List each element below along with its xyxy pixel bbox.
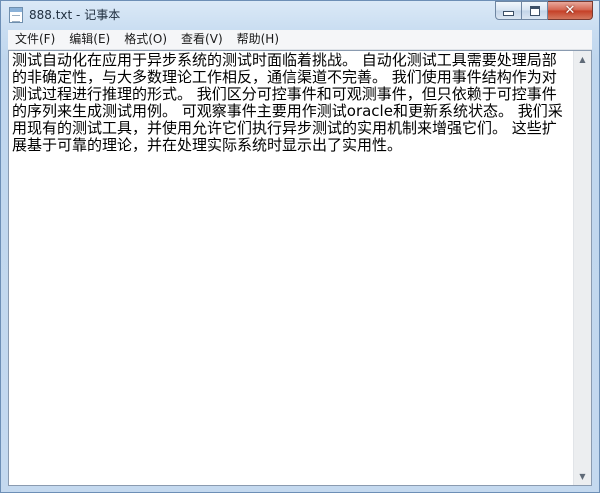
notepad-window: 888.txt - 记事本 ✕ 文件(F) 编辑(E) 格式(O) 查看(V) … [0, 0, 600, 493]
window-controls: ✕ [495, 1, 593, 21]
menu-bar: 文件(F) 编辑(E) 格式(O) 查看(V) 帮助(H) [8, 30, 592, 50]
editor-text-content[interactable]: 测试自动化在应用于异步系统的测试时面临着挑战。 自动化测试工具需要处理局部的非确… [12, 52, 570, 482]
scroll-down-icon[interactable]: ▼ [574, 468, 591, 485]
minimize-icon [503, 11, 514, 16]
menu-help[interactable]: 帮助(H) [230, 30, 286, 49]
maximize-button[interactable] [522, 1, 548, 20]
menu-edit[interactable]: 编辑(E) [62, 30, 117, 49]
menu-format[interactable]: 格式(O) [117, 30, 174, 49]
minimize-button[interactable] [495, 1, 522, 20]
vertical-scrollbar[interactable]: ▲ ▼ [573, 51, 591, 485]
close-icon: ✕ [564, 3, 576, 18]
title-bar[interactable]: 888.txt - 记事本 ✕ [1, 1, 599, 29]
menu-view[interactable]: 查看(V) [174, 30, 230, 49]
window-title: 888.txt - 记事本 [29, 8, 121, 22]
text-editor[interactable]: 测试自动化在应用于异步系统的测试时面临着挑战。 自动化测试工具需要处理局部的非确… [8, 50, 592, 486]
scroll-up-icon[interactable]: ▲ [574, 51, 591, 68]
maximize-icon [529, 5, 540, 16]
notepad-app-icon[interactable] [9, 7, 23, 23]
close-button[interactable]: ✕ [548, 1, 593, 20]
menu-file[interactable]: 文件(F) [8, 30, 62, 49]
